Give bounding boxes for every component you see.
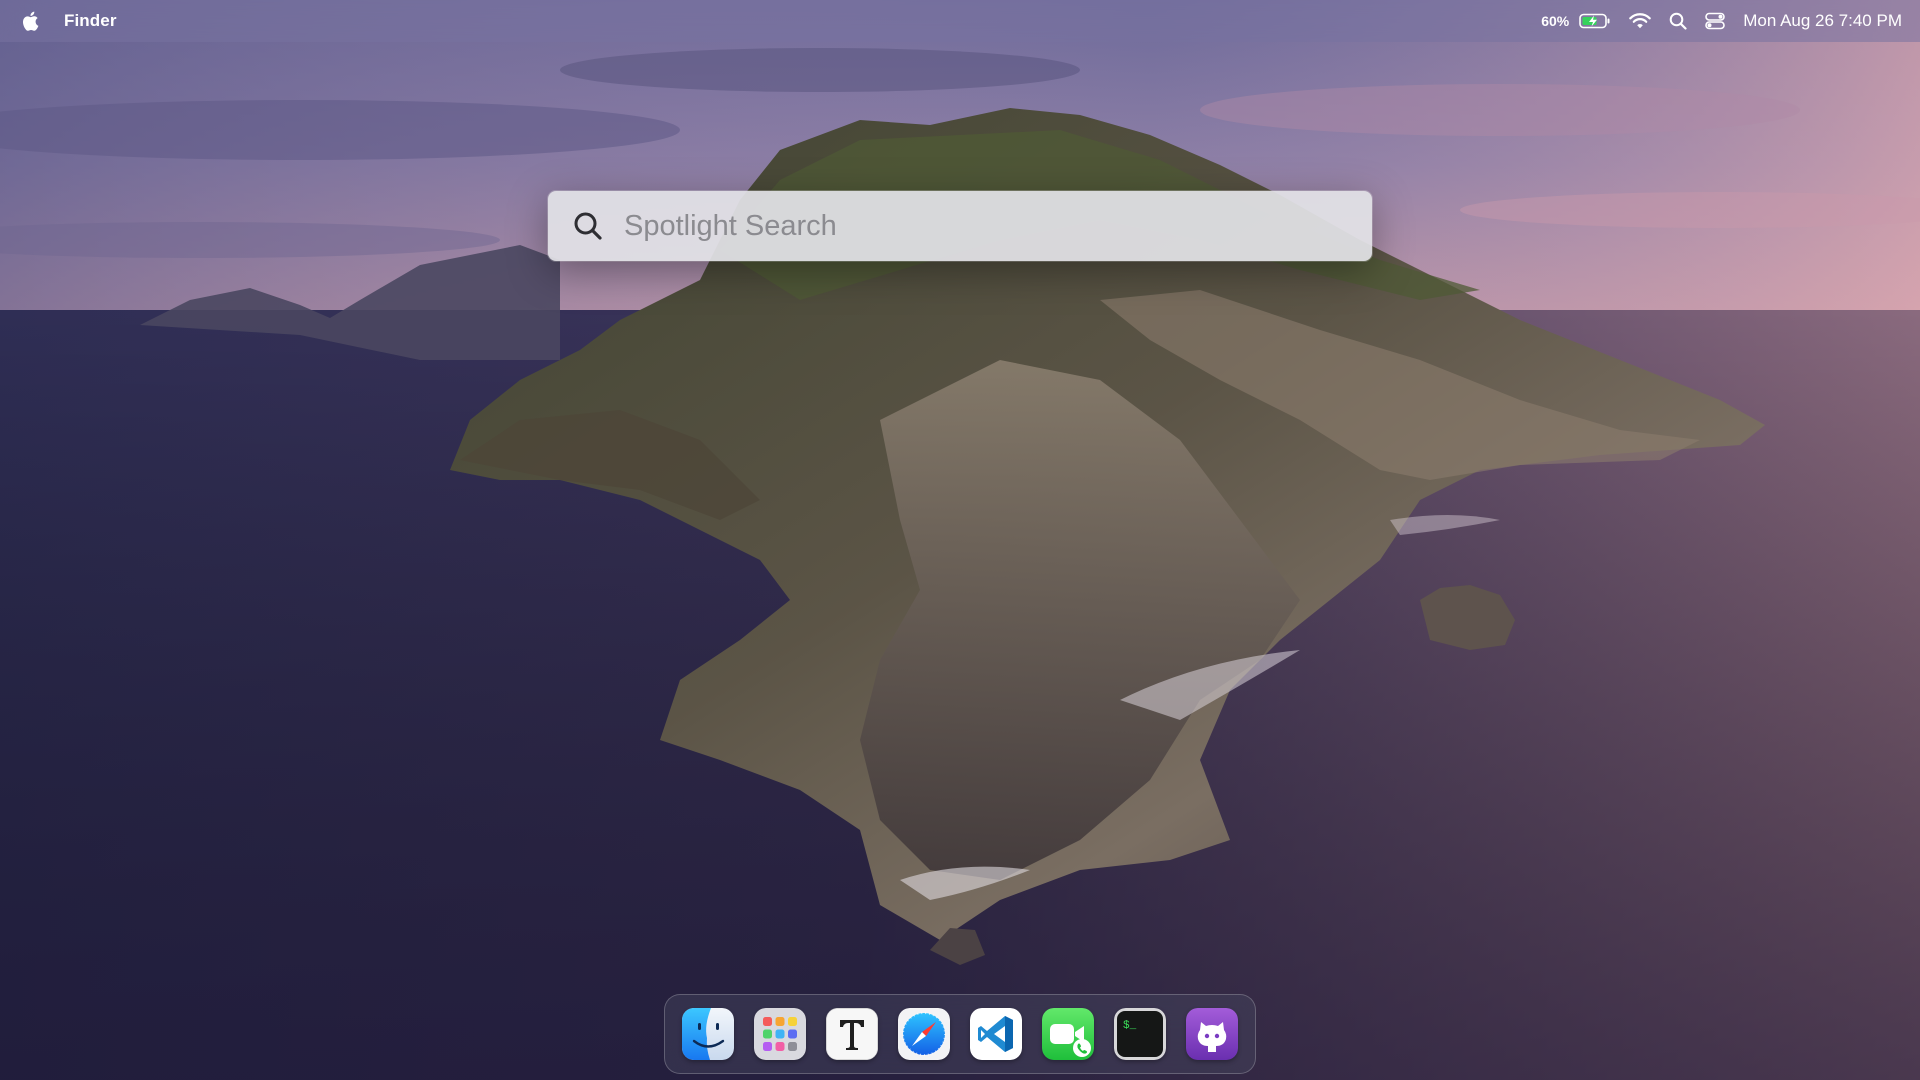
dock: $_ xyxy=(664,994,1256,1074)
vscode-icon[interactable] xyxy=(970,1008,1022,1060)
typora-icon[interactable] xyxy=(826,1008,878,1060)
menubar-clock[interactable]: Mon Aug 26 7:40 PM xyxy=(1743,11,1902,31)
spotlight-search-bar[interactable] xyxy=(548,191,1372,261)
desktop-wallpaper xyxy=(0,0,1920,1080)
control-center-icon[interactable] xyxy=(1705,12,1726,30)
terminal-icon[interactable]: $_ xyxy=(1114,1008,1166,1060)
battery-charging-icon[interactable] xyxy=(1579,13,1611,29)
github-icon[interactable] xyxy=(1186,1008,1238,1060)
safari-icon[interactable] xyxy=(898,1008,950,1060)
finder-icon[interactable] xyxy=(682,1008,734,1060)
apple-icon[interactable] xyxy=(20,10,40,32)
battery-percent: 60% xyxy=(1541,13,1570,29)
menu-bar: Finder 60% Mon Aug 26 7:40 PM xyxy=(0,0,1920,42)
launchpad-icon[interactable] xyxy=(754,1008,806,1060)
search-icon[interactable] xyxy=(1669,12,1687,30)
wifi-icon[interactable] xyxy=(1629,13,1652,29)
facetime-icon[interactable] xyxy=(1042,1008,1094,1060)
svg-text:$_: $_ xyxy=(1123,1020,1137,1032)
spotlight-search-input[interactable] xyxy=(624,191,1372,261)
search-icon xyxy=(572,210,604,242)
active-app-name[interactable]: Finder xyxy=(64,11,117,31)
